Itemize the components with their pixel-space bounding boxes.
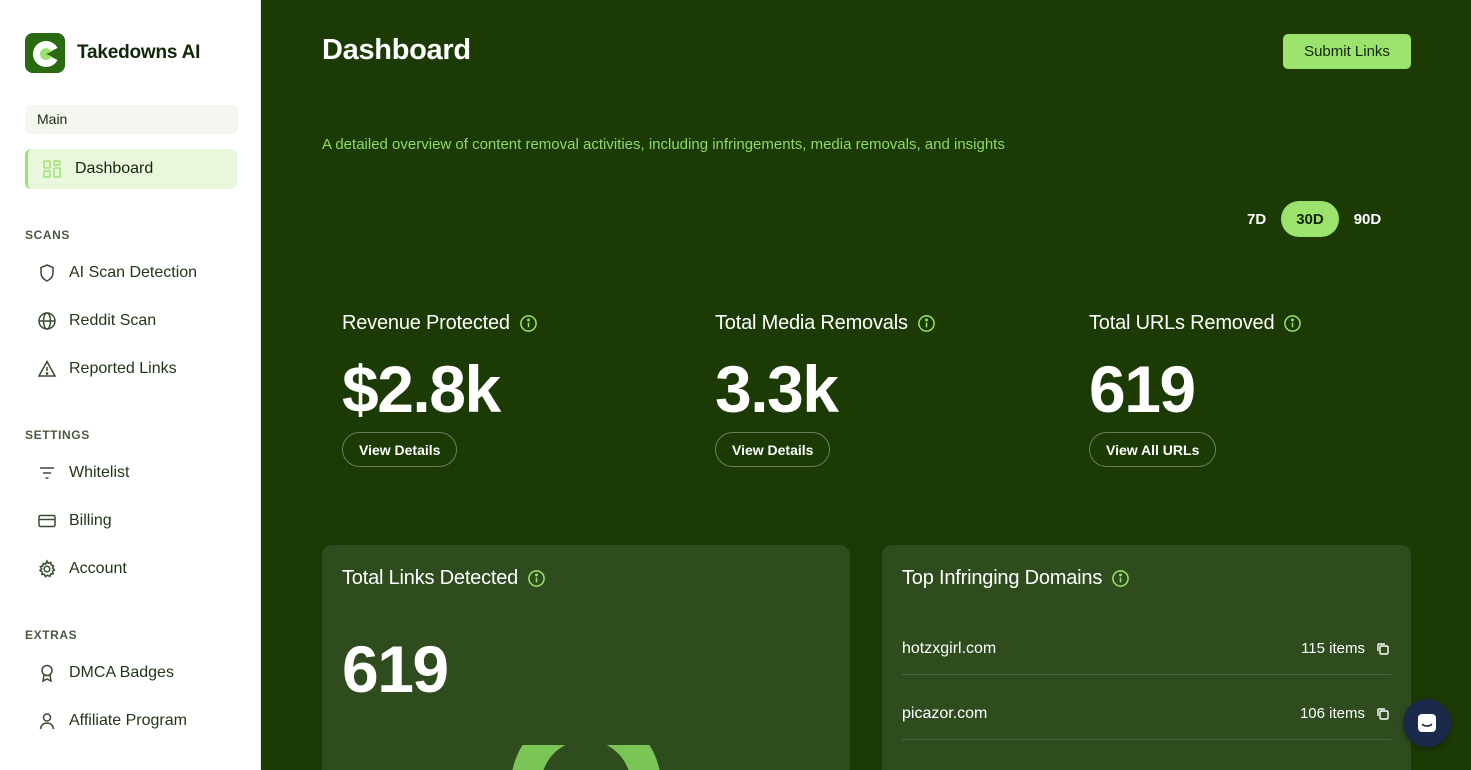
copy-icon[interactable] (1375, 706, 1391, 722)
info-icon[interactable] (519, 314, 538, 333)
submit-links-button[interactable]: Submit Links (1283, 34, 1411, 69)
section-scans-heading: SCANS (25, 228, 71, 242)
range-30d-button[interactable]: 30D (1281, 201, 1339, 237)
sidebar-item-label: Billing (69, 512, 112, 529)
brand-name: Takedowns AI (77, 42, 201, 63)
page-title: Dashboard (322, 34, 471, 66)
app-root: Takedowns AI Main Dashboard SCANS AI Sca… (0, 0, 1471, 770)
sidebar-item-ai-scan-detection[interactable]: AI Scan Detection (37, 261, 197, 285)
sidebar-item-reddit-scan[interactable]: Reddit Scan (37, 309, 156, 333)
sidebar-item-dashboard[interactable]: Dashboard (25, 149, 237, 189)
copy-icon[interactable] (1375, 641, 1391, 657)
info-icon[interactable] (917, 314, 936, 333)
sidebar-item-label: Whitelist (69, 464, 130, 481)
award-icon (37, 663, 57, 683)
stat-revenue-protected: Revenue Protected $2.8k View Details (342, 310, 538, 467)
page-subtitle: A detailed overview of content removal a… (322, 136, 1005, 153)
info-icon[interactable] (1283, 314, 1302, 333)
sidebar-item-label: AI Scan Detection (69, 264, 198, 281)
card-title: Top Infringing Domains (902, 567, 1103, 589)
top-domains-card: Top Infringing Domains hotzxgirl.com 115… (882, 545, 1411, 770)
chat-launcher-button[interactable] (1403, 699, 1451, 747)
grid-icon (42, 159, 62, 179)
sidebar-item-whitelist[interactable]: Whitelist (37, 461, 129, 485)
chat-icon (1418, 714, 1436, 732)
sidebar-item-account[interactable]: Account (37, 557, 127, 581)
shield-icon (37, 263, 57, 283)
stat-value: 619 (1089, 352, 1196, 426)
view-all-urls-button[interactable]: View All URLs (1089, 432, 1217, 467)
section-extras-heading: EXTRAS (25, 628, 78, 642)
range-90d-button[interactable]: 90D (1339, 201, 1397, 237)
section-settings-heading: SETTINGS (25, 428, 90, 442)
gauge-arc (512, 745, 660, 770)
sidebar-item-billing[interactable]: Billing (37, 509, 112, 533)
stat-value: 3.3k (715, 352, 839, 426)
stat-label: Revenue Protected (342, 311, 510, 334)
stat-label: Total URLs Removed (1089, 311, 1275, 334)
sidebar-item-dmca-badges[interactable]: DMCA Badges (37, 661, 174, 685)
sidebar-item-label: Reported Links (69, 360, 177, 377)
user-icon (37, 711, 57, 731)
total-links-card: Total Links Detected 619 (322, 545, 850, 770)
sidebar-item-label: Reddit Scan (69, 312, 157, 329)
sidebar-item-label: DMCA Badges (69, 664, 174, 681)
sidebar-item-affiliate-program[interactable]: Affiliate Program (37, 709, 187, 733)
stat-label: Total Media Removals (715, 311, 908, 334)
info-icon[interactable] (1111, 569, 1130, 588)
stat-total-urls-removed: Total URLs Removed 619 View All URLs (1089, 310, 1302, 467)
stat-value: $2.8k (342, 352, 501, 426)
stat-total-media-removals: Total Media Removals 3.3k View Details (715, 310, 936, 467)
main-content: Dashboard Submit Links A detailed overvi… (261, 0, 1471, 770)
section-main-label: Main (25, 105, 238, 134)
date-range-toggle: 7D 30D 90D (1232, 201, 1396, 237)
sidebar-item-label: Dashboard (75, 160, 154, 177)
filter-icon (37, 463, 57, 483)
globe-icon (37, 311, 57, 331)
sidebar-item-label: Affiliate Program (69, 712, 187, 729)
sidebar-item-reported-links[interactable]: Reported Links (37, 357, 177, 381)
view-details-button[interactable]: View Details (342, 432, 458, 467)
credit-card-icon (37, 511, 57, 531)
domain-count: 106 items (1299, 705, 1365, 722)
warning-icon (37, 359, 57, 379)
brand-logo-icon (25, 33, 65, 73)
sidebar: Takedowns AI Main Dashboard SCANS AI Sca… (0, 0, 261, 770)
sidebar-item-label: Account (69, 560, 127, 577)
view-details-button[interactable]: View Details (715, 432, 831, 467)
gear-icon (37, 559, 57, 579)
card-title: Total Links Detected (342, 567, 519, 589)
domain-count: 115 items (1301, 640, 1365, 657)
domain-name: hotzxgirl.com (902, 639, 997, 657)
domain-name: picazor.com (902, 704, 988, 722)
brand[interactable]: Takedowns AI (25, 33, 200, 73)
info-icon[interactable] (527, 569, 546, 588)
domain-row[interactable]: picazor.com 106 items (902, 688, 1391, 740)
domain-row[interactable]: hotzxgirl.com 115 items (902, 623, 1391, 675)
card-value: 619 (342, 632, 449, 706)
range-7d-button[interactable]: 7D (1232, 201, 1281, 237)
